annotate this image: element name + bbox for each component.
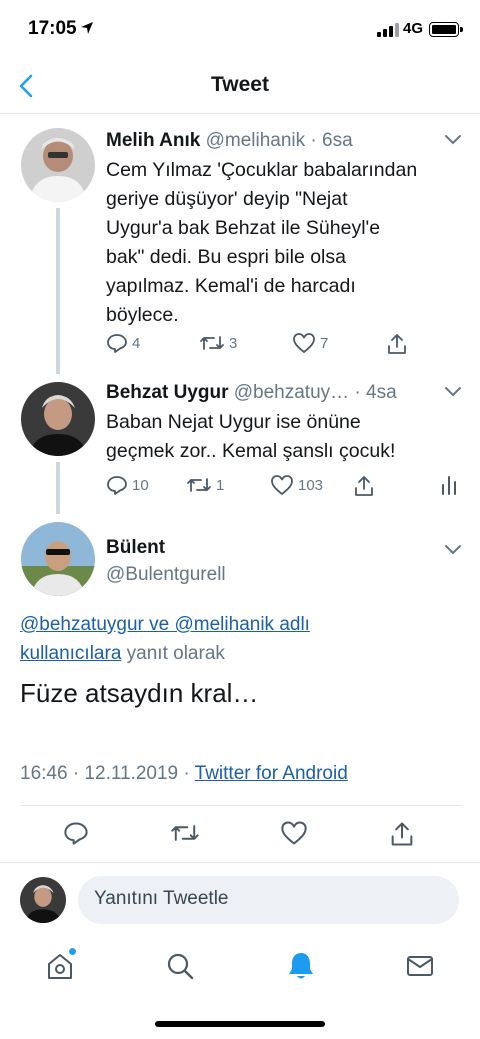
retweet-button[interactable]: 1 — [186, 474, 224, 496]
main-tweet-actions — [0, 818, 480, 852]
retweet-count: 1 — [216, 476, 225, 494]
mention-link-joiner[interactable]: ve — [144, 614, 175, 635]
thread-tweet[interactable]: Melih Anık @melihanik · 6sa Cem Yılmaz '… — [0, 114, 480, 374]
tweet-text: Füze atsaydın kral… — [20, 678, 259, 708]
author-name[interactable]: Bülent — [106, 537, 165, 559]
avatar[interactable] — [21, 128, 95, 202]
reply-icon — [107, 476, 127, 495]
battery-icon — [429, 22, 463, 37]
author-handle[interactable]: @melihanik — [206, 130, 306, 151]
analytics-icon — [442, 476, 456, 495]
thread-line — [56, 462, 60, 514]
share-icon[interactable] — [388, 820, 416, 848]
avatar[interactable] — [20, 877, 66, 923]
tab-notifications[interactable] — [283, 948, 319, 984]
retweet-icon[interactable] — [170, 820, 200, 846]
analytics-button[interactable] — [440, 474, 458, 496]
thread-line — [56, 208, 60, 374]
reply-suffix: yanıt olarak — [121, 643, 225, 664]
tweet-actions: 10 1 103 — [106, 474, 462, 500]
avatar[interactable] — [21, 382, 95, 456]
tab-home[interactable] — [42, 948, 78, 984]
reply-count: 10 — [132, 476, 149, 494]
author-handle[interactable]: @behzatuy… — [234, 382, 349, 403]
reply-icon[interactable] — [63, 820, 89, 846]
share-icon — [388, 334, 406, 354]
like-icon — [271, 475, 293, 495]
author-handle[interactable]: @Bulentgurell — [106, 564, 226, 586]
tab-search[interactable] — [162, 948, 198, 984]
reply-input[interactable]: Yanıtını Tweetle — [78, 876, 459, 924]
replied-users-link[interactable]: adlı — [274, 614, 310, 635]
reply-composer: Yanıtını Tweetle — [0, 862, 480, 934]
status-bar: 17:05 4G — [0, 0, 480, 60]
location-arrow-icon — [81, 22, 93, 34]
replied-users-link[interactable]: kullanıcılara — [20, 643, 121, 664]
tweet-meta: 16:46 · 12.11.2019 · Twitter for Android — [20, 763, 348, 785]
avatar[interactable] — [21, 522, 95, 596]
reply-button[interactable]: 4 — [106, 332, 140, 354]
tweet-time: · 4sa — [354, 382, 397, 403]
search-icon — [167, 953, 194, 980]
tweet-header: Melih Anık @melihanik · 6sa — [106, 130, 353, 152]
tweet-header: Behzat Uygur @behzatuy… · 4sa — [106, 382, 397, 404]
retweet-button[interactable]: 3 — [199, 332, 237, 354]
tweet-text: Baban Nejat Uygur ise önüne geçmek zor..… — [106, 411, 396, 462]
page-title: Tweet — [211, 73, 269, 96]
tab-bar — [0, 934, 480, 1004]
divider — [20, 805, 462, 806]
tweet-text: Cem Yılmaz 'Çocuklar babalarından geriye… — [106, 159, 418, 326]
chevron-down-icon[interactable] — [444, 134, 462, 146]
reply-count: 4 — [132, 334, 141, 352]
mention-link[interactable]: @behzatuygur — [20, 614, 144, 635]
status-time: 17:05 — [28, 18, 77, 39]
like-count: 7 — [320, 334, 329, 352]
share-button[interactable] — [352, 474, 376, 498]
tweet-actions: 4 3 7 — [106, 332, 416, 358]
like-icon[interactable] — [280, 820, 308, 846]
reply-context: @behzatuygur ve @melihanik adlı kullanıcı… — [20, 610, 460, 668]
retweet-icon — [200, 336, 224, 350]
reply-button[interactable]: 10 — [106, 474, 149, 496]
retweet-icon — [187, 478, 211, 492]
reply-icon — [107, 334, 127, 353]
notifications-icon — [289, 953, 313, 979]
tab-messages[interactable] — [402, 948, 438, 984]
mention-link[interactable]: @melihanik — [175, 614, 275, 635]
like-icon — [293, 333, 315, 353]
notification-dot — [69, 948, 76, 955]
tweet-timestamp: 16:46 · 12.11.2019 · — [20, 763, 195, 784]
author-name[interactable]: Melih Anık — [106, 130, 200, 151]
chevron-down-icon[interactable] — [444, 544, 462, 556]
home-indicator[interactable] — [155, 1021, 325, 1027]
nav-bar: Tweet — [0, 60, 480, 114]
like-button[interactable]: 7 — [292, 332, 328, 354]
like-count: 103 — [298, 476, 324, 494]
thread-tweet[interactable]: Behzat Uygur @behzatuy… · 4sa Baban Neja… — [0, 370, 480, 514]
chevron-down-icon[interactable] — [444, 386, 462, 398]
share-icon — [355, 476, 373, 496]
tweet-source-link[interactable]: Twitter for Android — [195, 763, 348, 784]
signal-strength-icon — [377, 23, 399, 37]
like-button[interactable]: 103 — [270, 474, 323, 496]
author-name[interactable]: Behzat Uygur — [106, 382, 228, 403]
share-button[interactable] — [385, 332, 409, 356]
network-type: 4G — [403, 20, 424, 37]
retweet-count: 3 — [229, 334, 238, 352]
messages-icon — [407, 956, 433, 976]
tweet-time: · 6sa — [310, 130, 353, 151]
